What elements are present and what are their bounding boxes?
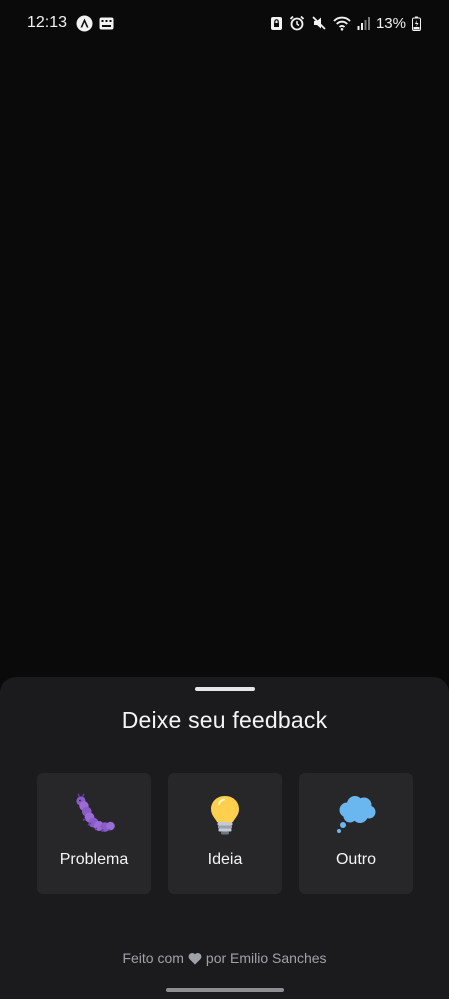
sheet-title: Deixe seu feedback: [121, 707, 328, 733]
caterpillar-icon: [37, 793, 151, 837]
feedback-options: Problema Ideia Outro: [37, 773, 413, 894]
footer-credit: Feito com por Emilio Sanches: [0, 950, 449, 966]
lightbulb-icon: [168, 793, 282, 837]
status-left: 12:13: [27, 14, 114, 32]
battery-percentage: 13%: [375, 14, 406, 32]
option-ideia-button[interactable]: Ideia: [168, 773, 282, 894]
option-label: Ideia: [207, 851, 243, 868]
app-notification-icon: [76, 15, 93, 32]
battery-charging-icon: [412, 16, 421, 31]
lock-notification-icon: [270, 16, 283, 31]
keyboard-notification-icon: [99, 17, 114, 30]
status-time: 12:13: [27, 14, 68, 31]
status-bar: 12:13 13%: [0, 0, 449, 46]
option-label: Problema: [59, 851, 129, 868]
footer-author: por Emilio Sanches: [205, 950, 327, 966]
wifi-icon: [333, 16, 351, 31]
option-problema-button[interactable]: Problema: [37, 773, 151, 894]
status-right: 13%: [270, 15, 421, 32]
footer-prefix: Feito com: [122, 950, 184, 966]
heart-icon: [188, 952, 202, 965]
cellular-signal-icon: [357, 16, 370, 30]
option-label: Outro: [335, 851, 376, 868]
mute-icon: [311, 15, 327, 31]
home-indicator[interactable]: [166, 988, 284, 992]
feedback-bottom-sheet: Deixe seu feedback Problema Ideia Outro …: [0, 677, 449, 999]
sheet-drag-handle[interactable]: [195, 687, 255, 691]
option-outro-button[interactable]: Outro: [299, 773, 413, 894]
thought-bubble-icon: [299, 793, 413, 837]
alarm-icon: [289, 15, 305, 31]
